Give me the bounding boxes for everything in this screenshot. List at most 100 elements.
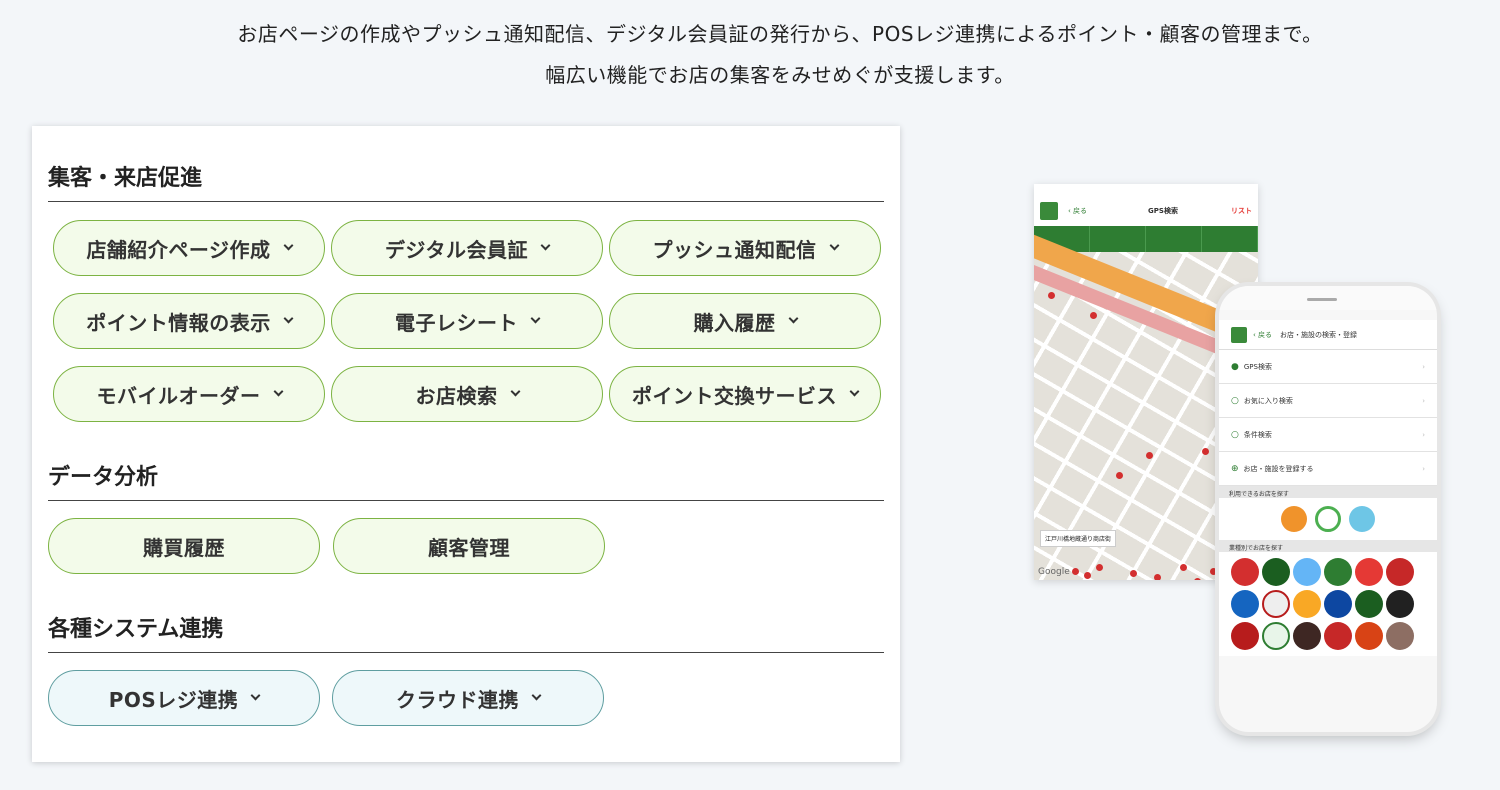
- bitcoin-icon[interactable]: [1281, 506, 1307, 532]
- pill-mobile-order[interactable]: モバイルオーダー: [53, 366, 325, 422]
- map-pin[interactable]: [1096, 564, 1103, 571]
- brand-logo-icon[interactable]: [1386, 622, 1414, 650]
- map-pin[interactable]: [1180, 564, 1187, 571]
- row-label: お気に入り検索: [1243, 396, 1293, 405]
- map-pin[interactable]: [1116, 472, 1123, 479]
- pill-point-info[interactable]: ポイント情報の表示: [53, 293, 325, 349]
- pill-digital-membership[interactable]: デジタル会員証: [331, 220, 603, 276]
- section-title-analytics: データ分析: [48, 459, 884, 501]
- tab-item[interactable]: [1146, 226, 1202, 252]
- chevron-down-icon: [849, 386, 860, 397]
- menu-row-register[interactable]: ⊕ お店・施設を登録する ›: [1219, 452, 1437, 486]
- pill-customer-management[interactable]: 顧客管理: [333, 518, 605, 574]
- chevron-down-icon: [829, 240, 839, 251]
- pill-label: ポイント交換サービス: [632, 383, 837, 408]
- brand-logo-icon[interactable]: [1324, 622, 1352, 650]
- screen-title: お店・施設の検索・登録: [1280, 330, 1358, 339]
- phone-search-screenshot: ‹ 戻る お店・施設の検索・登録 ● GPS検索 › ○ お気に入り検索 › ○ 条件検索…: [1219, 286, 1437, 732]
- back-button[interactable]: ‹ 戻る: [1068, 206, 1087, 216]
- map-pin[interactable]: [1154, 574, 1161, 580]
- map-pin[interactable]: [1130, 570, 1137, 577]
- list-button[interactable]: リスト: [1231, 206, 1252, 216]
- map-pin[interactable]: [1210, 568, 1217, 575]
- row-label: お店・施設を登録する: [1243, 464, 1314, 473]
- menu-row-favorites[interactable]: ○ お気に入り検索 ›: [1219, 384, 1437, 418]
- section-header-brands: 業種別でお店を探す: [1219, 540, 1437, 552]
- intro-line-2: 幅広い機能でお店の集客をみせめぐが支援します。: [545, 63, 1015, 87]
- pill-label: 店舗紹介ページ作成: [86, 237, 271, 262]
- brand-logo-icon[interactable]: [1386, 590, 1414, 618]
- checkmark-icon[interactable]: [1315, 506, 1341, 532]
- pill-store-page[interactable]: 店舗紹介ページ作成: [53, 220, 325, 276]
- section-title-integration: 各種システム連携: [48, 611, 884, 653]
- map-credit: Google: [1038, 567, 1070, 577]
- pill-pos-integration[interactable]: POSレジ連携: [48, 670, 320, 726]
- brand-logo-icon[interactable]: [1355, 558, 1383, 586]
- map-pin[interactable]: [1146, 452, 1153, 459]
- pill-label: ポイント情報の表示: [86, 310, 271, 335]
- section-integration: 各種システム連携 POSレジ連携 クラウド連携: [48, 611, 884, 726]
- pill-label: お店検索: [415, 383, 498, 408]
- status-bar: [1034, 184, 1258, 196]
- back-label: 戻る: [1258, 330, 1273, 339]
- brand-logo-icon[interactable]: [1324, 558, 1352, 586]
- chevron-down-icon: [510, 386, 520, 397]
- brand-logo-icon[interactable]: [1293, 558, 1321, 586]
- brand-logo-icon[interactable]: [1293, 622, 1321, 650]
- pill-purchase-history[interactable]: 購入履歴: [609, 293, 881, 349]
- intro-text: お店ページの作成やプッシュ通知配信、デジタル会員証の発行から、POSレジ連携によ…: [0, 14, 1500, 96]
- location-pin-icon: ●: [1231, 361, 1239, 372]
- map-pin[interactable]: [1072, 568, 1079, 575]
- back-label: 戻る: [1073, 207, 1088, 215]
- map-pin[interactable]: [1194, 578, 1201, 580]
- pill-label: クラウド連携: [396, 687, 519, 712]
- pill-push-notification[interactable]: プッシュ通知配信: [609, 220, 881, 276]
- pill-label: 購買履歴: [143, 535, 225, 560]
- search-icon: ○: [1231, 395, 1239, 406]
- brand-logo-icon[interactable]: [1355, 590, 1383, 618]
- chevron-down-icon: [273, 386, 283, 397]
- brand-logo-icon[interactable]: [1262, 590, 1290, 618]
- menu-row-conditions[interactable]: ○ 条件検索 ›: [1219, 418, 1437, 452]
- app-nav-bar: ‹ 戻る お店・施設の検索・登録: [1219, 320, 1437, 350]
- brand-logo-icon[interactable]: [1231, 622, 1259, 650]
- pill-label: POSレジ連携: [108, 687, 239, 712]
- section-title-attract: 集客・来店促進: [48, 160, 884, 202]
- map-pin[interactable]: [1048, 292, 1055, 299]
- tab-item[interactable]: [1090, 226, 1146, 252]
- brand-logo-icon[interactable]: [1262, 622, 1290, 650]
- chevron-down-icon: [283, 313, 294, 324]
- menu-row-gps[interactable]: ● GPS検索 ›: [1219, 350, 1437, 384]
- chevron-down-icon: [250, 690, 261, 701]
- map-pin[interactable]: [1202, 448, 1209, 455]
- map-pin[interactable]: [1090, 312, 1097, 319]
- brand-logo-icon[interactable]: [1355, 622, 1383, 650]
- status-bar: [1219, 310, 1437, 320]
- brand-logo-icon[interactable]: [1324, 590, 1352, 618]
- tab-item[interactable]: [1202, 226, 1258, 252]
- pill-e-receipt[interactable]: 電子レシート: [331, 293, 603, 349]
- pill-buying-history[interactable]: 購買履歴: [48, 518, 320, 574]
- brand-logo-icon[interactable]: [1386, 558, 1414, 586]
- map-callout[interactable]: 江戸川橋地蔵通り商店街: [1040, 530, 1117, 547]
- map-pin[interactable]: [1084, 572, 1091, 579]
- phone-top-bezel: [1219, 286, 1437, 310]
- pill-label: 購入履歴: [693, 310, 776, 335]
- chevron-right-icon: ›: [1422, 430, 1425, 439]
- card-icon[interactable]: [1349, 506, 1375, 532]
- brand-logo-icon[interactable]: [1231, 558, 1259, 586]
- app-logo: [1231, 326, 1247, 343]
- pill-label: 顧客管理: [428, 535, 510, 560]
- back-button[interactable]: ‹ 戻る: [1253, 330, 1272, 340]
- brand-logo-icon[interactable]: [1293, 590, 1321, 618]
- pill-label: プッシュ通知配信: [652, 237, 817, 262]
- pill-point-exchange[interactable]: ポイント交換サービス: [609, 366, 881, 422]
- pill-cloud-integration[interactable]: クラウド連携: [332, 670, 604, 726]
- section-attract: 集客・来店促進 店舗紹介ページ作成 デジタル会員証 プッシュ通知配信 ポイント情…: [48, 160, 884, 422]
- plus-icon: ⊕: [1231, 463, 1239, 474]
- chevron-down-icon: [530, 313, 541, 324]
- brand-logo-icon[interactable]: [1231, 590, 1259, 618]
- brand-logo-icon[interactable]: [1262, 558, 1290, 586]
- pill-store-search[interactable]: お店検索: [331, 366, 603, 422]
- chevron-right-icon: ›: [1422, 362, 1425, 371]
